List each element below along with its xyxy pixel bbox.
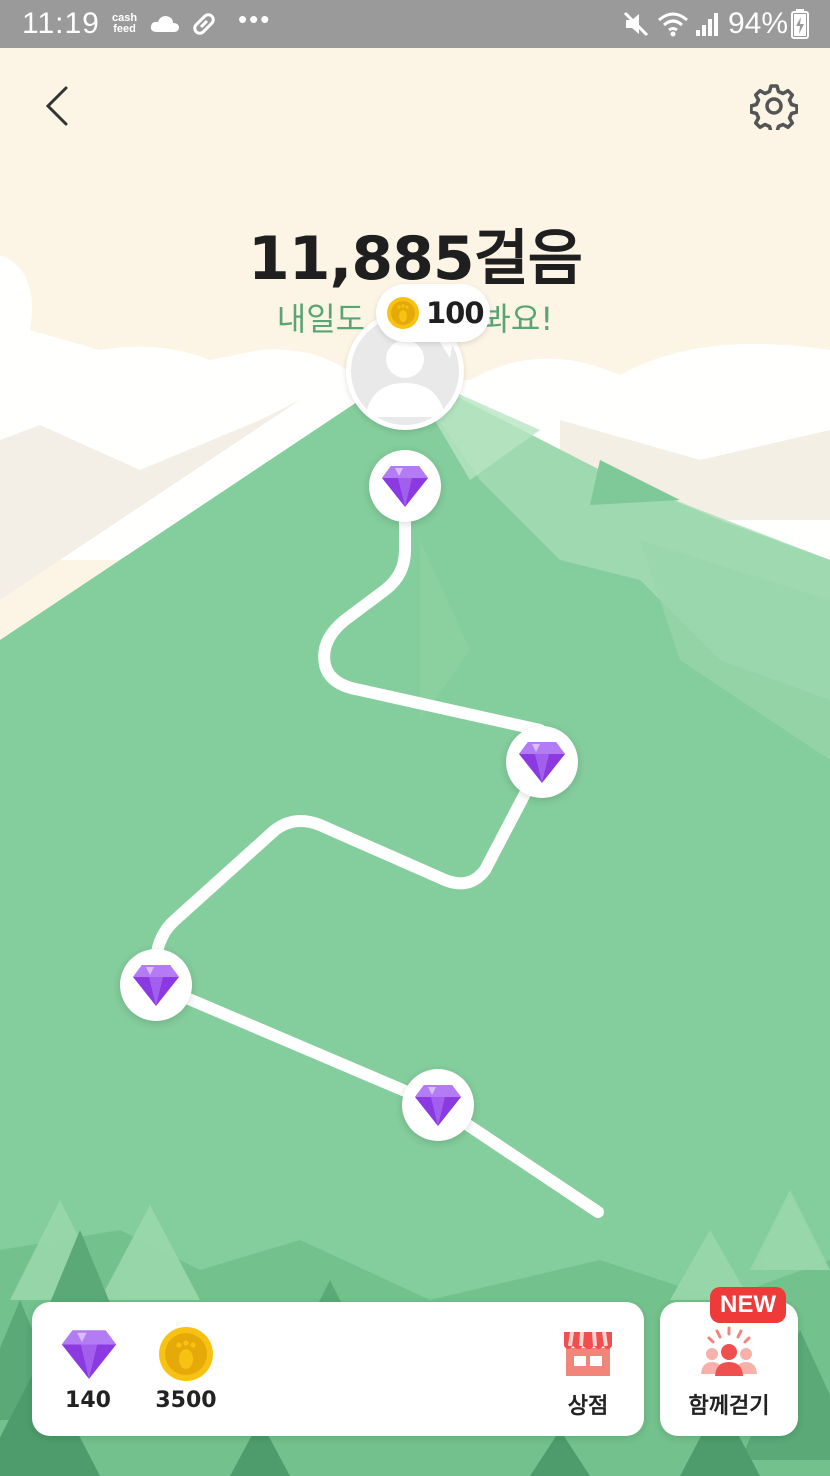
gem-balance[interactable]: 140 [58, 1326, 118, 1426]
coin-icon [159, 1327, 213, 1381]
coin-balance[interactable]: 3500 [152, 1326, 220, 1426]
diamond-icon [61, 1330, 117, 1379]
signal-icon [696, 13, 718, 36]
status-time: 11:19 [22, 7, 100, 40]
battery-percent: 94% [728, 7, 789, 40]
mute-icon [623, 11, 649, 37]
coin-count: 3500 [155, 1388, 217, 1413]
milestone-gem-1[interactable] [369, 450, 441, 522]
new-badge: NEW [710, 1287, 786, 1323]
wallet-card: 140 3500 상점 [32, 1302, 644, 1436]
more-notifications-icon: ••• [238, 4, 272, 34]
diamond-icon [415, 1085, 461, 1126]
cloud-icon [150, 16, 179, 32]
milestone-gem-4[interactable] [402, 1069, 474, 1141]
wifi-icon [658, 12, 688, 37]
gem-count: 140 [65, 1388, 111, 1413]
link-icon [193, 13, 215, 35]
battery-icon [791, 9, 809, 39]
milestone-gem-2[interactable] [506, 726, 578, 798]
status-bar: 11:19 cash feed ••• 94% [0, 0, 830, 48]
store-icon [564, 1331, 612, 1376]
group-icon [701, 1326, 757, 1376]
milestone-gem-3[interactable] [120, 949, 192, 1021]
coin-icon [387, 297, 419, 329]
chevron-left-icon [45, 86, 68, 126]
cashfeed-icon: cash feed [112, 13, 137, 35]
shop-label: 상점 [567, 1394, 609, 1419]
gear-icon [749, 84, 799, 134]
settings-button[interactable] [749, 82, 799, 134]
diamond-icon [382, 466, 428, 507]
back-button[interactable] [36, 82, 80, 130]
diamond-icon [133, 965, 179, 1006]
reward-value: 100 [426, 296, 485, 330]
cashfeed-bottom: feed [113, 23, 136, 35]
diamond-icon [519, 742, 565, 783]
shop-button[interactable]: 상점 [556, 1326, 620, 1426]
walk-together-label: 함께걷기 [688, 1394, 770, 1419]
